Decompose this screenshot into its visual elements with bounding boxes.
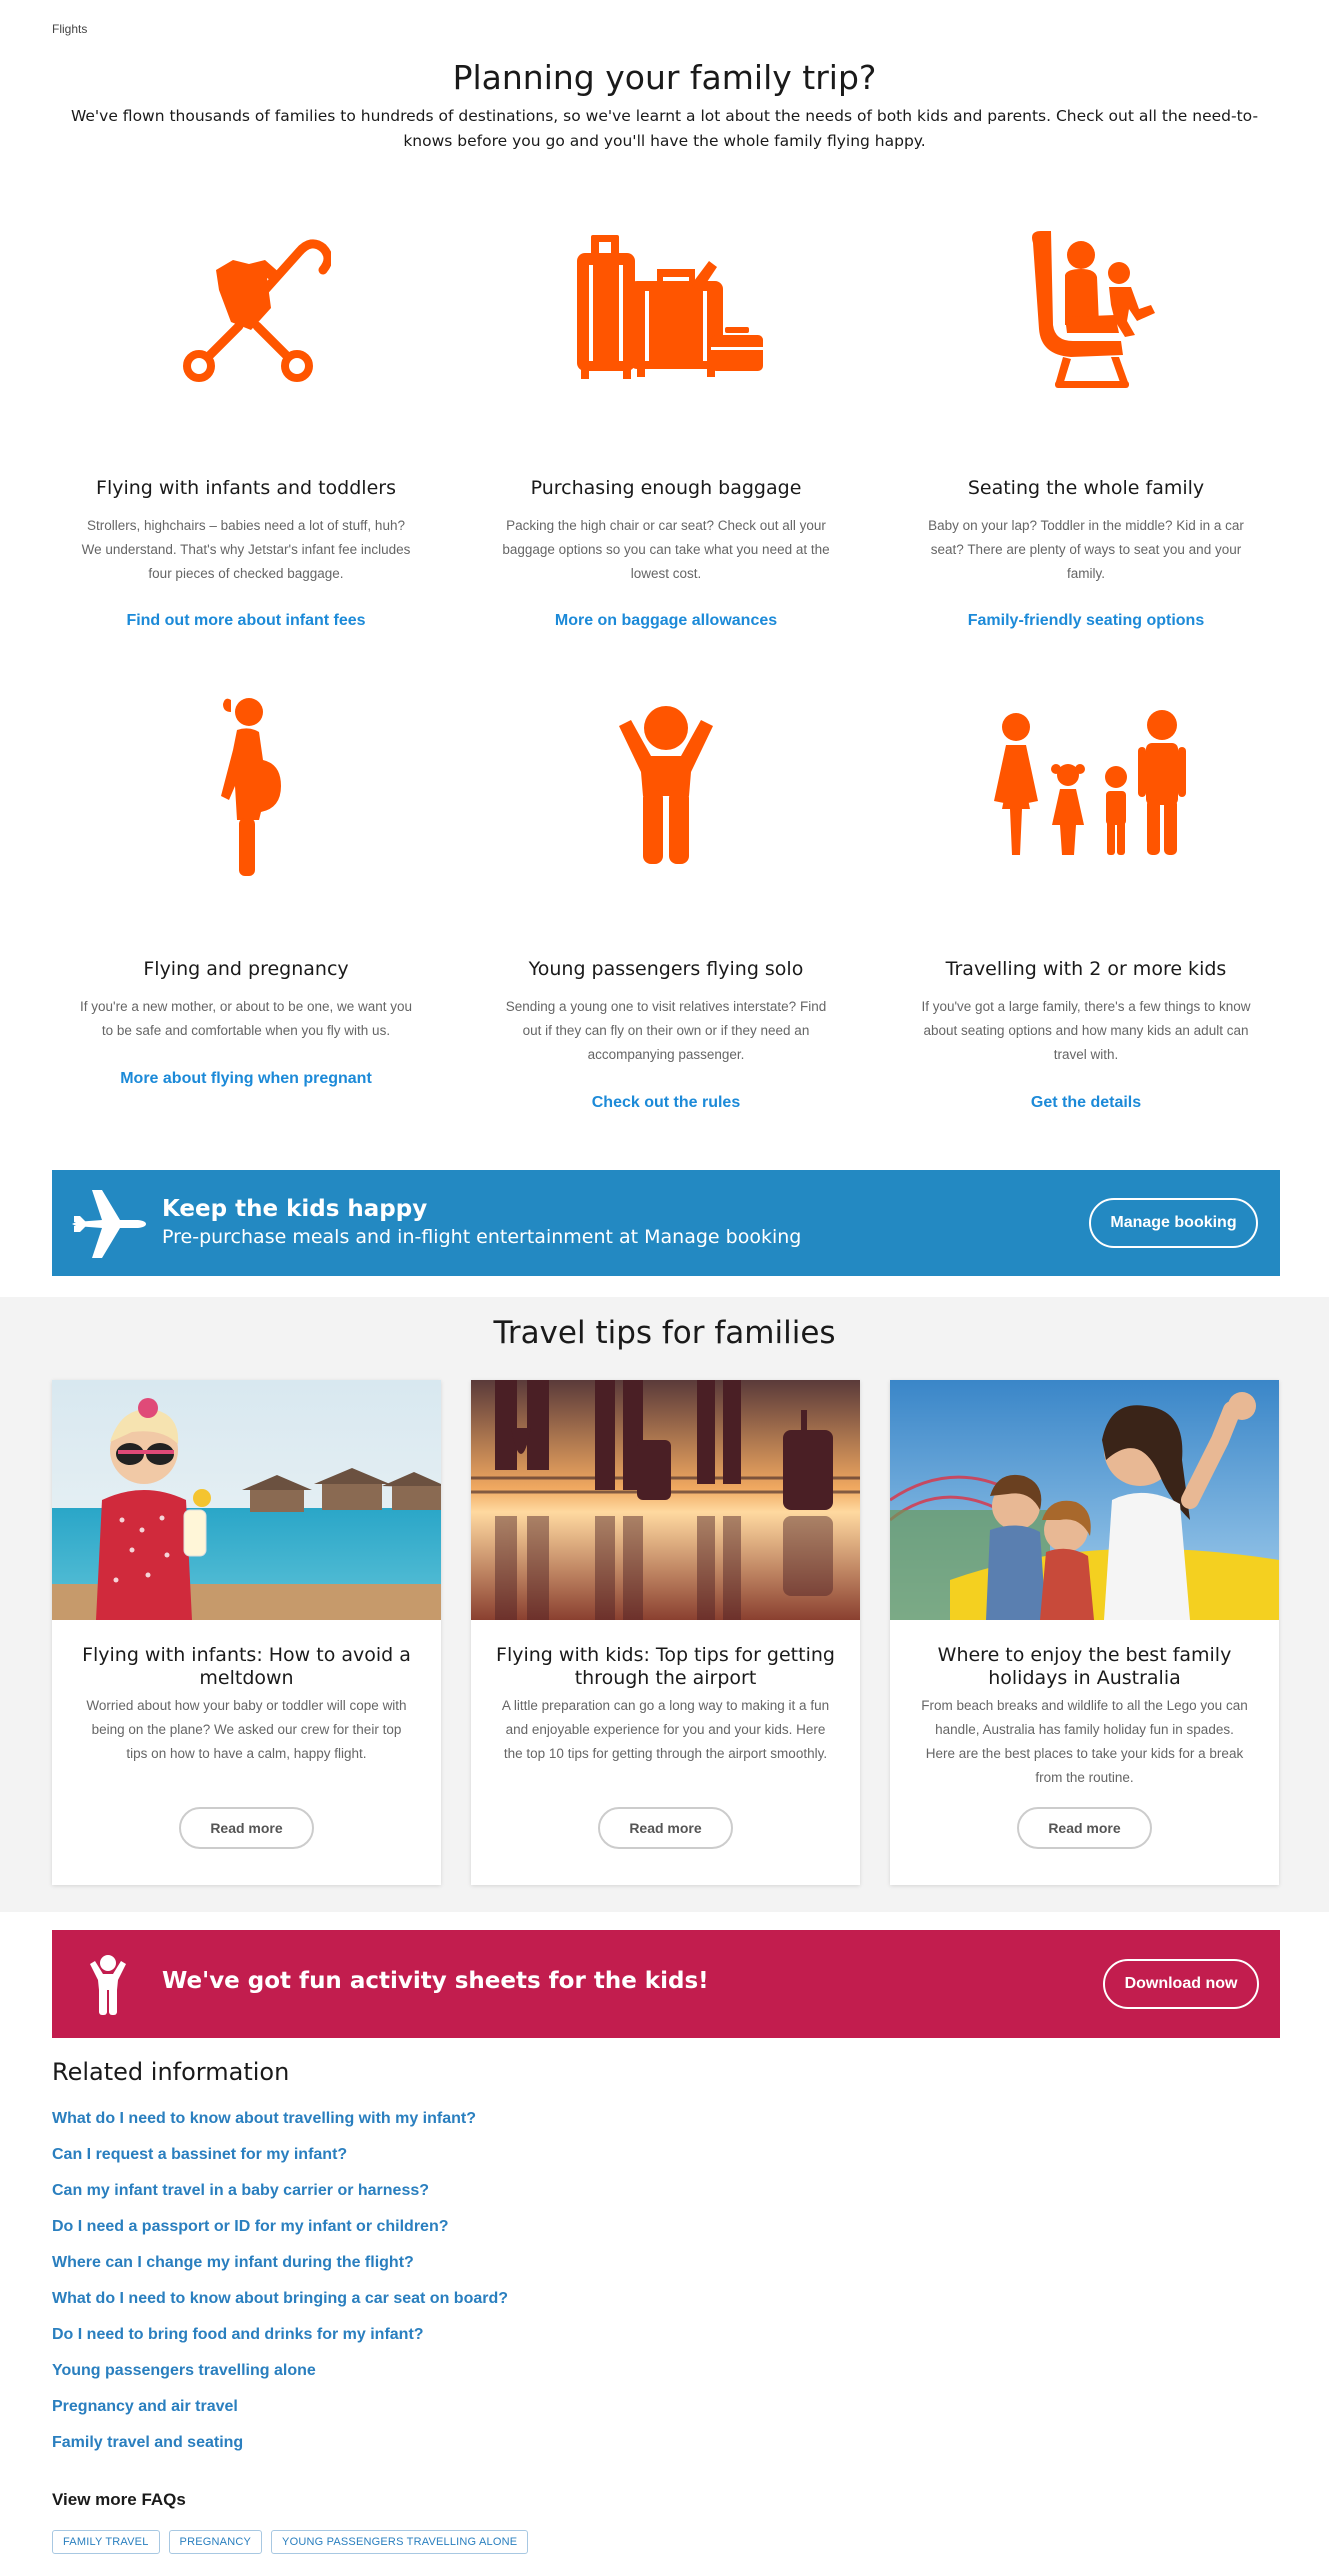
faq-title: View more FAQs — [52, 2490, 186, 2509]
related-link[interactable]: Do I need to bring food and drinks for m… — [52, 2326, 424, 2343]
airplane-icon — [72, 1186, 148, 1267]
family-details-link[interactable]: Get the details — [906, 1094, 1266, 1112]
list-item: Young passengers travelling alone — [52, 2362, 508, 2398]
feature-title: Travelling with 2 or more kids — [945, 958, 1227, 980]
kid-icon — [88, 1954, 128, 2021]
feature-text: If you've got a large family, there's a … — [921, 999, 1251, 1062]
read-more-button[interactable]: Read more — [1017, 1807, 1152, 1849]
feature-text: Strollers, highchairs – babies need a lo… — [81, 518, 411, 581]
feature-title: Flying and pregnancy — [143, 958, 349, 980]
solo-rules-link[interactable]: Check out the rules — [486, 1094, 846, 1112]
list-item: What do I need to know about bringing a … — [52, 2290, 508, 2326]
feature-title: Young passengers flying solo — [528, 958, 804, 980]
stroller-icon — [66, 225, 426, 395]
feature-text: If you're a new mother, or about to be o… — [79, 999, 413, 1038]
family-icon — [906, 700, 1266, 870]
kids-happy-banner: Keep the kids happy Pre-purchase meals a… — [52, 1170, 1280, 1276]
list-item: Pregnancy and air travel — [52, 2398, 508, 2434]
feature-family: Travelling with 2 or more kids If you've… — [906, 690, 1266, 1112]
tag-young-passengers[interactable]: YOUNG PASSENGERS TRAVELLING ALONE — [271, 2530, 529, 2554]
travel-tips-section: Travel tips for families Flying with inf… — [0, 1297, 1329, 1912]
card-title: Flying with infants: How to avoid a melt… — [82, 1644, 411, 1689]
feature-text: Baby on your lap? Toddler in the middle?… — [928, 518, 1244, 581]
related-link[interactable]: Can I request a bassinet for my infant? — [52, 2146, 347, 2163]
tips-title: Travel tips for families — [493, 1315, 836, 1351]
activity-sheets-banner: We've got fun activity sheets for the ki… — [52, 1930, 1280, 2038]
feature-seating: Seating the whole family Baby on your la… — [906, 210, 1266, 640]
card-image — [890, 1380, 1279, 1620]
list-item: What do I need to know about travelling … — [52, 2110, 508, 2146]
seating-options-link[interactable]: Family-friendly seating options — [906, 612, 1266, 630]
card-text: From beach breaks and wildlife to all th… — [921, 1698, 1248, 1785]
activity-banner-title: We've got fun activity sheets for the ki… — [162, 1968, 709, 1994]
pregnancy-link[interactable]: More about flying when pregnant — [66, 1070, 426, 1088]
tip-card[interactable]: Where to enjoy the best family holidays … — [890, 1380, 1279, 1885]
related-links-list: What do I need to know about travelling … — [52, 2110, 508, 2470]
pregnant-woman-icon — [66, 698, 426, 876]
feature-title: Seating the whole family — [967, 477, 1205, 499]
seat-icon — [906, 225, 1266, 395]
child-icon — [486, 700, 846, 870]
card-title: Where to enjoy the best family holidays … — [937, 1644, 1232, 1689]
read-more-button[interactable]: Read more — [179, 1807, 314, 1849]
baggage-allowances-link[interactable]: More on baggage allowances — [486, 612, 846, 630]
related-link[interactable]: What do I need to know about bringing a … — [52, 2290, 508, 2307]
list-item: Do I need a passport or ID for my infant… — [52, 2218, 508, 2254]
feature-pregnancy: Flying and pregnancy If you're a new mot… — [66, 690, 426, 1110]
banner-title: Keep the kids happy — [162, 1196, 428, 1222]
card-text: Worried about how your baby or toddler w… — [86, 1698, 407, 1761]
list-item: Can my infant travel in a baby carrier o… — [52, 2182, 508, 2218]
feature-title: Flying with infants and toddlers — [96, 477, 396, 499]
faq-tags: FAMILY TRAVEL PREGNANCY YOUNG PASSENGERS… — [52, 2530, 529, 2554]
list-item: Family travel and seating — [52, 2434, 508, 2470]
feature-text: Packing the high chair or car seat? Chec… — [502, 518, 830, 581]
read-more-button[interactable]: Read more — [598, 1807, 733, 1849]
banner-subtitle: Pre-purchase meals and in-flight enterta… — [162, 1226, 802, 1248]
feature-title: Purchasing enough baggage — [530, 477, 802, 499]
related-link[interactable]: Family travel and seating — [52, 2434, 243, 2451]
related-link[interactable]: Do I need a passport or ID for my infant… — [52, 2218, 449, 2235]
tip-card[interactable]: Flying with infants: How to avoid a melt… — [52, 1380, 441, 1885]
card-image — [52, 1380, 441, 1620]
infant-fees-link[interactable]: Find out more about infant fees — [66, 612, 426, 630]
tip-card[interactable]: Flying with kids: Top tips for getting t… — [471, 1380, 860, 1885]
related-link[interactable]: What do I need to know about travelling … — [52, 2110, 476, 2127]
related-link[interactable]: Can my infant travel in a baby carrier o… — [52, 2182, 429, 2199]
related-link[interactable]: Pregnancy and air travel — [52, 2398, 238, 2415]
card-image — [471, 1380, 860, 1620]
page-intro: We've flown thousands of families to hun… — [70, 107, 1259, 150]
feature-young-passengers: Young passengers flying solo Sending a y… — [486, 690, 846, 1112]
feature-text: Sending a young one to visit relatives i… — [505, 999, 827, 1062]
tag-pregnancy[interactable]: PREGNANCY — [168, 2530, 263, 2554]
manage-booking-button[interactable]: Manage booking — [1089, 1198, 1258, 1248]
card-text: A little preparation can go a long way t… — [501, 1698, 830, 1761]
list-item: Can I request a bassinet for my infant? — [52, 2146, 508, 2182]
feature-infants: Flying with infants and toddlers Strolle… — [66, 210, 426, 640]
tag-family-travel[interactable]: FAMILY TRAVEL — [52, 2530, 160, 2554]
download-now-button[interactable]: Download now — [1103, 1959, 1259, 2009]
feature-baggage: Purchasing enough baggage Packing the hi… — [486, 210, 846, 640]
list-item: Where can I change my infant during the … — [52, 2254, 508, 2290]
card-title: Flying with kids: Top tips for getting t… — [496, 1644, 835, 1689]
list-item: Do I need to bring food and drinks for m… — [52, 2326, 508, 2362]
page-title: Planning your family trip? — [452, 58, 877, 97]
related-link[interactable]: Young passengers travelling alone — [52, 2362, 316, 2379]
luggage-icon — [486, 225, 846, 395]
breadcrumb[interactable]: Flights — [52, 22, 87, 36]
related-title: Related information — [52, 2058, 290, 2086]
related-link[interactable]: Where can I change my infant during the … — [52, 2254, 414, 2271]
